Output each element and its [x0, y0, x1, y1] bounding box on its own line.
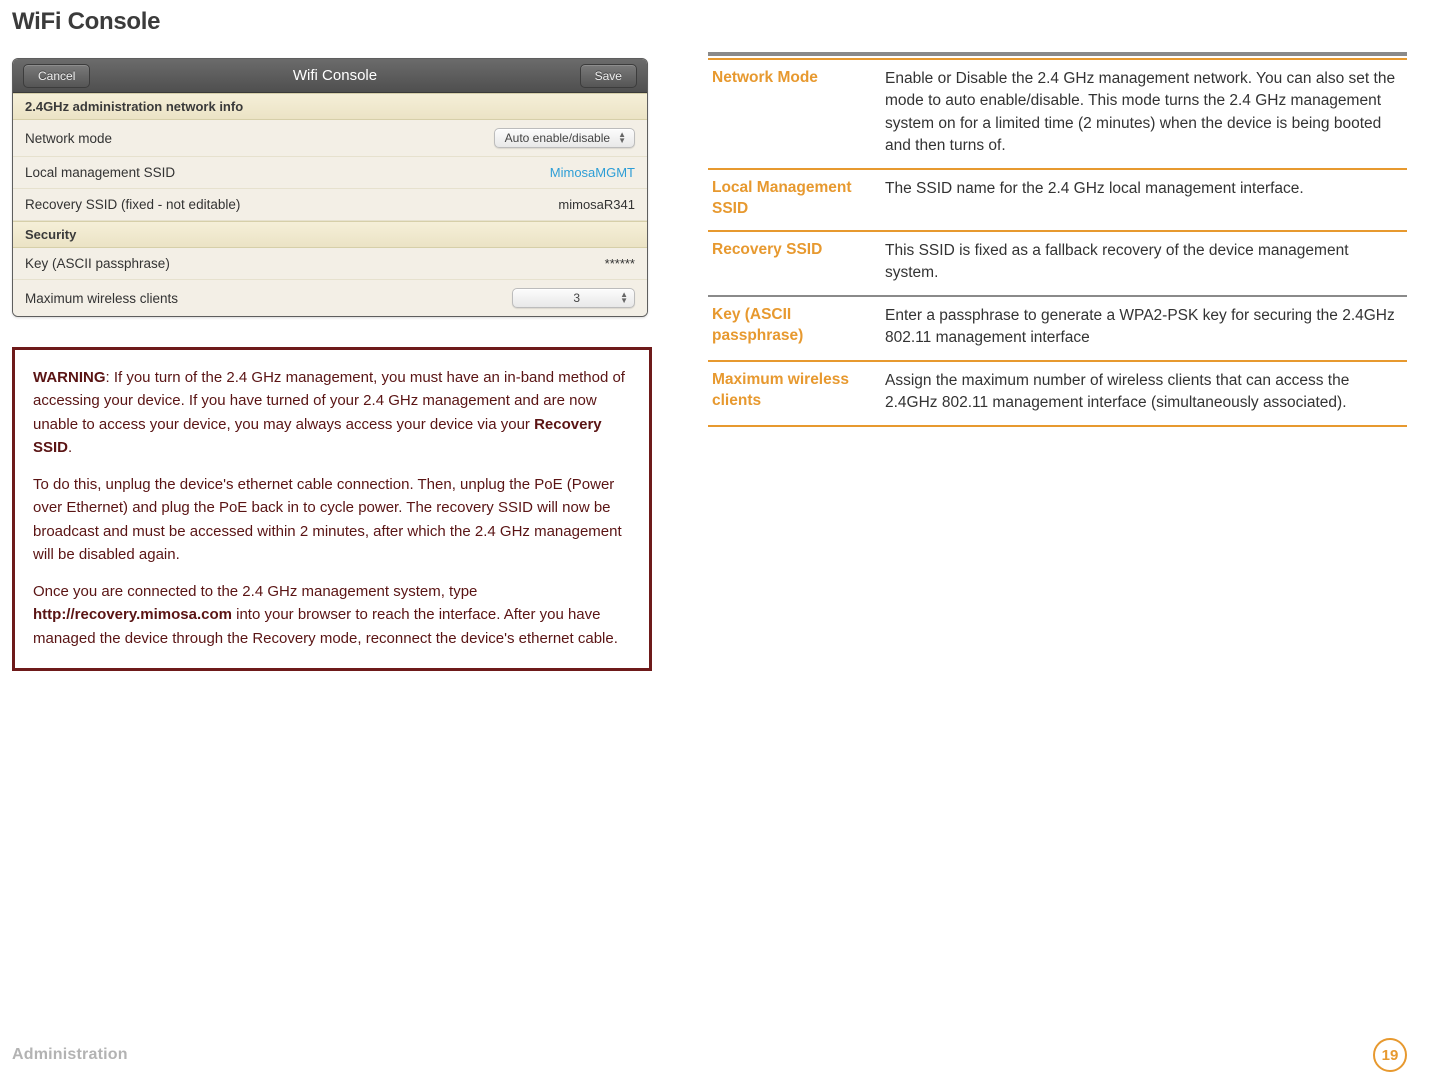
recovery-ssid-label: Recovery SSID (fixed - not editable)	[25, 197, 240, 212]
def-term: Maximum wireless clients	[712, 370, 867, 415]
footer-section-label: Administration	[12, 1046, 128, 1064]
updown-icon: ▲▼	[618, 132, 626, 144]
table-bottom-rule	[708, 425, 1407, 427]
key-masked-value[interactable]: ******	[605, 256, 635, 271]
def-term: Key (ASCII passphrase)	[712, 305, 867, 350]
section-security: Security	[13, 221, 647, 248]
max-clients-stepper[interactable]: 3 ▲▼	[512, 288, 635, 308]
warning-text-3a: Once you are connected to the 2.4 GHz ma…	[33, 583, 477, 600]
def-term: Local Management SSID	[712, 178, 867, 220]
wifi-console-screenshot: Cancel Wifi Console Save 2.4GHz administ…	[12, 58, 648, 317]
def-term: Recovery SSID	[712, 240, 867, 285]
def-desc: The SSID name for the 2.4 GHz local mana…	[885, 178, 1403, 220]
recovery-url-bold: http://recovery.mimosa.com	[33, 606, 232, 623]
network-mode-select[interactable]: Auto enable/disable ▲▼	[494, 128, 635, 148]
updown-icon: ▲▼	[620, 292, 628, 304]
warning-box: WARNING: If you turn of the 2.4 GHz mana…	[12, 347, 652, 671]
recovery-ssid-value: mimosaR341	[558, 197, 635, 212]
local-ssid-value[interactable]: MimosaMGMT	[550, 165, 635, 180]
page-number-badge: 19	[1373, 1038, 1407, 1072]
panel-title: Wifi Console	[293, 67, 377, 84]
section-admin-info: 2.4GHz administration network info	[13, 93, 647, 120]
page-title: WiFi Console	[12, 8, 1407, 36]
warning-text-1-tail: .	[68, 439, 72, 456]
save-button[interactable]: Save	[580, 64, 637, 88]
def-term: Network Mode	[712, 68, 867, 158]
table-top-rule	[708, 52, 1407, 56]
cancel-button[interactable]: Cancel	[23, 64, 90, 88]
network-mode-label: Network mode	[25, 131, 112, 146]
warning-bold: WARNING	[33, 369, 106, 386]
network-mode-value: Auto enable/disable	[505, 131, 610, 145]
key-label: Key (ASCII passphrase)	[25, 256, 170, 271]
def-desc: Assign the maximum number of wireless cl…	[885, 370, 1403, 415]
max-clients-value: 3	[573, 291, 580, 305]
definition-table: Network Mode Enable or Disable the 2.4 G…	[708, 52, 1407, 427]
warning-text-2: To do this, unplug the device's ethernet…	[33, 473, 631, 566]
def-desc: Enter a passphrase to generate a WPA2-PS…	[885, 305, 1403, 350]
local-ssid-label: Local management SSID	[25, 165, 175, 180]
def-desc: This SSID is fixed as a fallback recover…	[885, 240, 1403, 285]
max-clients-label: Maximum wireless clients	[25, 291, 178, 306]
def-desc: Enable or Disable the 2.4 GHz management…	[885, 68, 1403, 158]
